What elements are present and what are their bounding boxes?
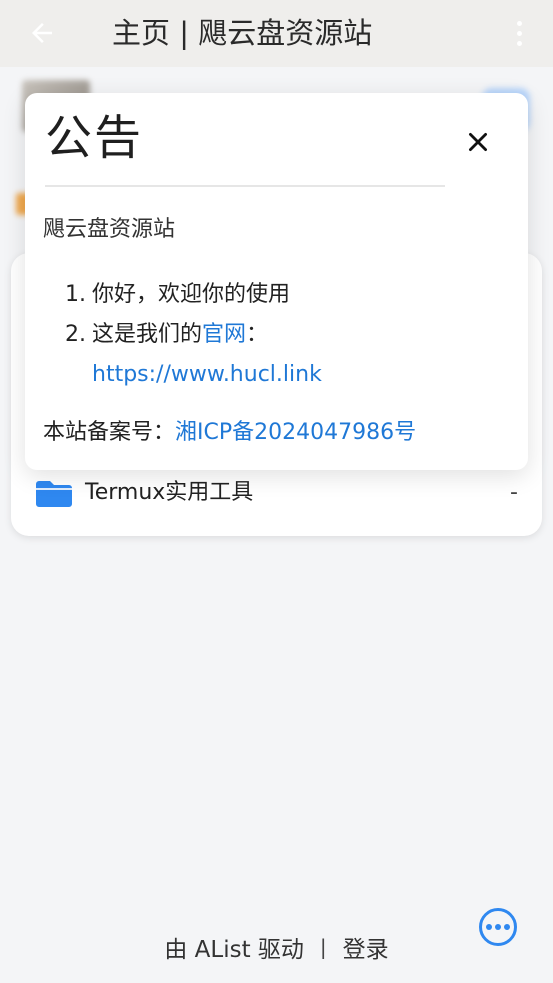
login-link[interactable]: 登录 xyxy=(343,930,389,964)
modal-subtitle: 飓云盘资源站 xyxy=(43,217,176,242)
list-item: 1. 你好，欢迎你的使用 xyxy=(65,282,291,307)
modal-title: 公告 xyxy=(45,111,143,166)
more-menu-button[interactable] xyxy=(506,14,532,52)
folder-name: Termux实用工具 xyxy=(85,480,254,505)
divider xyxy=(45,185,445,187)
icp-link[interactable]: 湘ICP备2024047986号 xyxy=(175,420,416,445)
back-button[interactable] xyxy=(22,16,62,50)
powered-by-text[interactable]: 由 AList 驱动 xyxy=(164,930,304,964)
official-site-link[interactable]: 官网 xyxy=(202,322,246,347)
more-horizontal-icon xyxy=(486,924,510,930)
page-title: 主页 | 飓云盘资源站 xyxy=(112,16,373,50)
close-button[interactable] xyxy=(465,129,491,155)
more-vert-icon xyxy=(516,20,522,46)
folder-icon xyxy=(36,481,72,507)
more-actions-button[interactable] xyxy=(479,908,517,946)
list-item[interactable]: Termux实用工具 - xyxy=(11,470,542,516)
icp-record: 本站备案号：湘ICP备2024047986号 xyxy=(43,420,417,445)
folder-size: - xyxy=(510,480,518,505)
footer: 由 AList 驱动 | 登录 xyxy=(0,929,553,965)
arrow-left-icon xyxy=(32,23,52,43)
list-item: 2. 这是我们的官网： https://www.hucl.link xyxy=(65,322,322,387)
app-bar: 主页 | 飓云盘资源站 xyxy=(0,0,553,67)
footer-separator: | xyxy=(319,935,327,959)
notice-modal: 公告 飓云盘资源站 1. 你好，欢迎你的使用 2. 这是我们的官网： https… xyxy=(25,93,528,470)
notice-list: 1. 你好，欢迎你的使用 2. 这是我们的官网： https://www.huc… xyxy=(65,275,505,395)
website-url-link[interactable]: https://www.hucl.link xyxy=(92,362,322,387)
close-icon xyxy=(469,133,487,151)
